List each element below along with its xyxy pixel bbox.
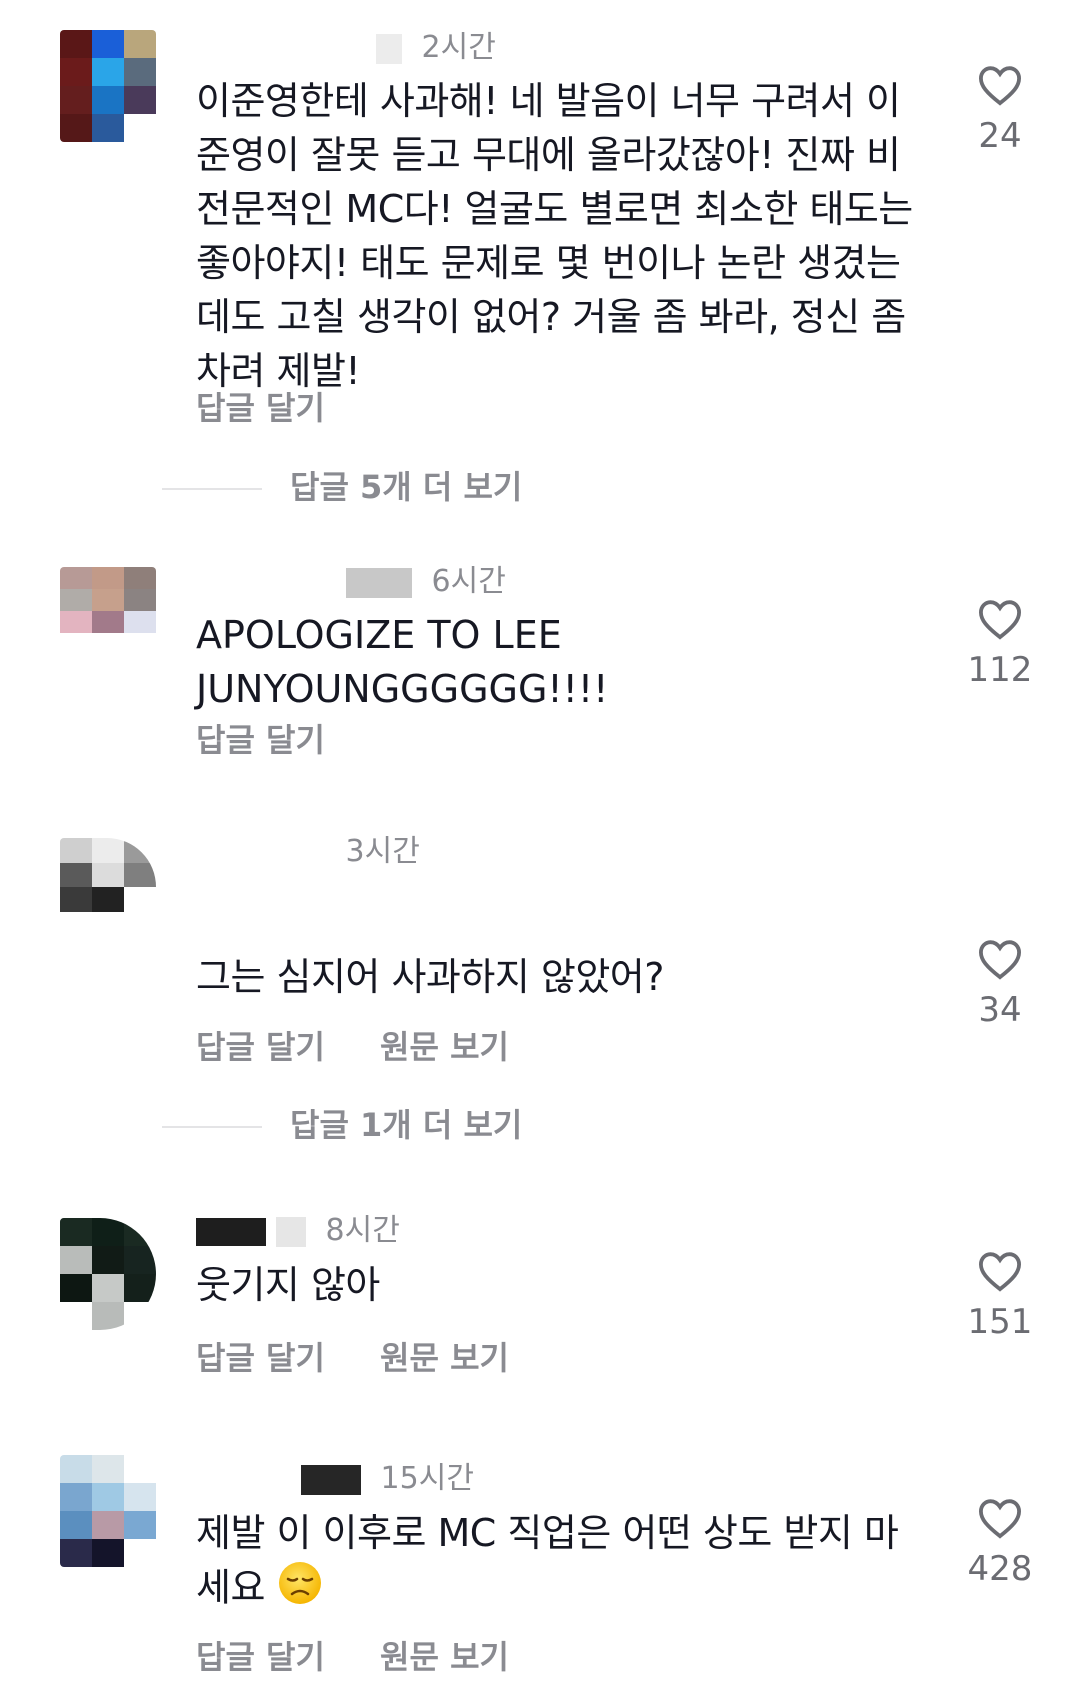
reply-button[interactable]: 답글 달기 xyxy=(196,1028,325,1066)
view-more-replies[interactable]: 답글 5개 더 보기 xyxy=(162,462,522,508)
view-more-replies-label: 답글 1개 더 보기 xyxy=(290,1106,523,1144)
comment-meta: 2시간 xyxy=(196,22,496,66)
comment-text: 웃기지 않아 xyxy=(196,1263,380,1307)
divider-line xyxy=(162,488,262,490)
username-redacted[interactable] xyxy=(196,1217,266,1246)
heart-icon xyxy=(978,66,1022,106)
comment-meta: 6시간 xyxy=(196,556,506,600)
avatar[interactable] xyxy=(60,1455,156,1567)
comment-text: APOLOGIZE TO LEE JUNYOUNGGGGGG!!!! xyxy=(196,613,609,711)
username-redacted[interactable] xyxy=(196,838,326,868)
like-button[interactable]: 24 xyxy=(955,64,1045,156)
comment-actions: 답글 달기 xyxy=(196,383,369,429)
reply-button[interactable]: 답글 달기 xyxy=(196,1638,325,1676)
heart-icon xyxy=(978,940,1022,980)
view-more-replies-label: 답글 5개 더 보기 xyxy=(290,468,523,506)
view-original-button[interactable]: 원문 보기 xyxy=(380,1339,509,1377)
username-redacted[interactable] xyxy=(196,568,336,598)
username-redacted xyxy=(301,1464,361,1495)
comment-actions: 답글 달기 원문 보기 xyxy=(196,1022,553,1068)
view-more-replies[interactable]: 답글 1개 더 보기 xyxy=(162,1100,522,1146)
comment-meta: 15시간 xyxy=(196,1453,474,1497)
username-redacted xyxy=(276,1216,306,1247)
heart-icon xyxy=(978,1499,1022,1539)
view-original-button[interactable]: 원문 보기 xyxy=(380,1028,509,1066)
comment-meta: 3시간 xyxy=(196,826,420,870)
username-redacted[interactable] xyxy=(196,34,366,64)
disappointed-face-icon xyxy=(277,1560,323,1620)
view-original-button[interactable]: 원문 보기 xyxy=(380,1638,509,1676)
like-button[interactable]: 428 xyxy=(955,1497,1045,1589)
comment-text: 이준영한테 사과해! 네 발음이 너무 구려서 이준영이 잘못 듣고 무대에 올… xyxy=(196,79,913,393)
reply-button[interactable]: 답글 달기 xyxy=(196,721,325,759)
comment-meta: 8시간 xyxy=(196,1205,400,1249)
comment-time: 15시간 xyxy=(380,1461,474,1496)
comment-time: 2시간 xyxy=(421,30,496,65)
like-count: 24 xyxy=(978,116,1022,156)
avatar[interactable] xyxy=(60,567,156,655)
like-button[interactable]: 151 xyxy=(955,1250,1045,1342)
like-count: 428 xyxy=(967,1549,1033,1589)
comment-time: 6시간 xyxy=(431,564,506,599)
reply-button[interactable]: 답글 달기 xyxy=(196,389,325,427)
reply-button[interactable]: 답글 달기 xyxy=(196,1339,325,1377)
comment-text: 그는 심지어 사과하지 않았어? xyxy=(196,955,664,999)
avatar[interactable] xyxy=(60,1218,156,1330)
comment-actions: 답글 달기 원문 보기 xyxy=(196,1632,553,1678)
heart-icon xyxy=(978,600,1022,640)
heart-icon xyxy=(978,1252,1022,1292)
like-count: 151 xyxy=(967,1302,1033,1342)
comment-time: 3시간 xyxy=(345,834,420,869)
username-redacted xyxy=(346,567,412,598)
like-button[interactable]: 34 xyxy=(955,938,1045,1030)
like-button[interactable]: 112 xyxy=(955,598,1045,690)
comment-text: 제발 이 이후로 MC 직업은 어떤 상도 받지 마세요 xyxy=(196,1506,916,1620)
avatar[interactable] xyxy=(60,838,156,936)
comment-actions: 답글 달기 원문 보기 xyxy=(196,1333,553,1379)
like-count: 34 xyxy=(978,990,1022,1030)
comment-actions: 답글 달기 xyxy=(196,715,369,761)
username-redacted xyxy=(376,33,402,64)
avatar[interactable] xyxy=(60,30,156,142)
divider-line xyxy=(162,1126,262,1128)
username-redacted[interactable] xyxy=(196,1465,291,1495)
comment-time: 8시간 xyxy=(325,1213,400,1248)
like-count: 112 xyxy=(967,650,1033,690)
